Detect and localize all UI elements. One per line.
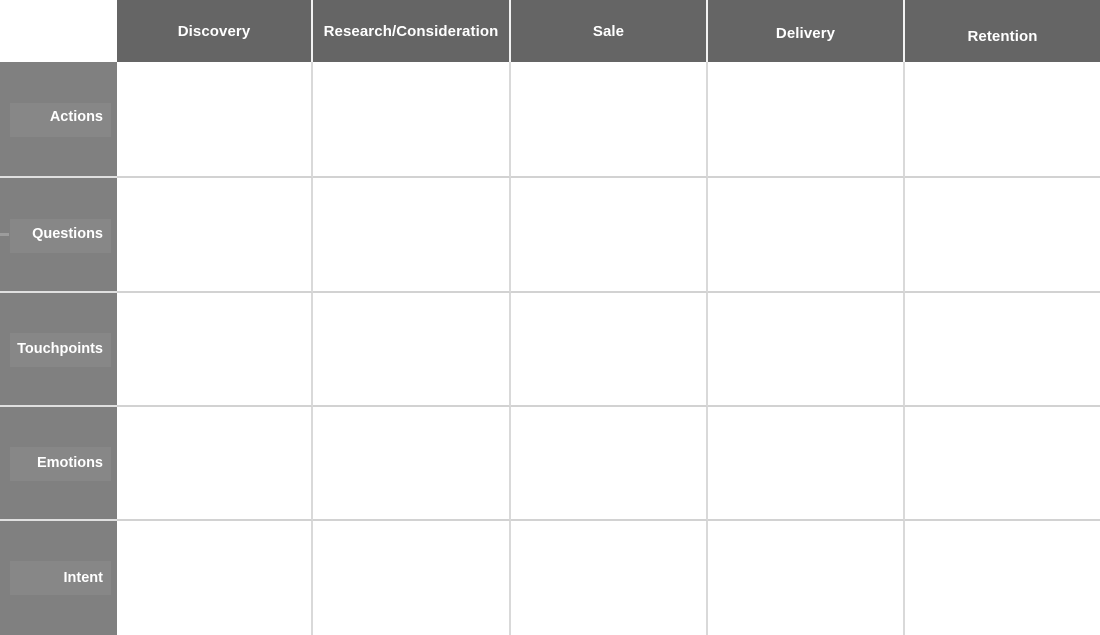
grid-cell-touchpoints-retention[interactable] (905, 293, 1100, 407)
corner-cell (0, 0, 117, 62)
stage-header-research-consideration[interactable]: Research/Consideration (313, 0, 511, 62)
stage-header-label: Research/Consideration (323, 23, 499, 40)
stage-header-discovery[interactable]: Discovery (117, 0, 313, 62)
grid-cell-touchpoints-sale[interactable] (511, 293, 708, 407)
customer-journey-map: Discovery Research/Consideration Sale Deliv… (0, 0, 1100, 635)
stage-header-row: Discovery Research/Consideration Sale Deliv… (117, 0, 1100, 62)
grid-cell-questions-research-consideration[interactable] (313, 178, 511, 293)
row-label-touchpoints[interactable]: Touchpoints (0, 293, 117, 407)
row-edge-tick (0, 232, 9, 236)
row-label-text: Touchpoints (17, 340, 103, 357)
grid-cell-emotions-delivery[interactable] (708, 407, 905, 521)
grid-cell-questions-retention[interactable] (905, 178, 1100, 293)
grid-cell-actions-sale[interactable] (511, 62, 708, 178)
stage-header-label: Delivery (775, 25, 836, 42)
grid-cell-questions-discovery[interactable] (117, 178, 313, 293)
row-label-actions[interactable]: Actions (0, 62, 117, 178)
grid-cell-emotions-research-consideration[interactable] (313, 407, 511, 521)
stage-header-label: Retention (967, 28, 1038, 45)
grid-cell-actions-retention[interactable] (905, 62, 1100, 178)
row-label-column: Actions Questions Touchpoints Emotions Inten… (0, 62, 117, 635)
row-label-text: Emotions (36, 454, 103, 471)
row-label-emotions[interactable]: Emotions (0, 407, 117, 521)
grid-cell-intent-discovery[interactable] (117, 521, 313, 635)
grid-cell-actions-delivery[interactable] (708, 62, 905, 178)
grid-cell-actions-research-consideration[interactable] (313, 62, 511, 178)
stage-header-label: Discovery (177, 23, 251, 40)
grid-cell-emotions-retention[interactable] (905, 407, 1100, 521)
stage-header-retention[interactable]: Retention (905, 0, 1100, 62)
row-label-questions[interactable]: Questions (0, 178, 117, 293)
stage-header-delivery[interactable]: Delivery (708, 0, 905, 62)
grid-cell-intent-retention[interactable] (905, 521, 1100, 635)
row-label-text: Intent (63, 569, 103, 586)
grid-cell-intent-delivery[interactable] (708, 521, 905, 635)
grid-cell-touchpoints-research-consideration[interactable] (313, 293, 511, 407)
grid-cell-touchpoints-delivery[interactable] (708, 293, 905, 407)
grid-cell-questions-delivery[interactable] (708, 178, 905, 293)
grid-cell-actions-discovery[interactable] (117, 62, 313, 178)
grid-cell-questions-sale[interactable] (511, 178, 708, 293)
grid-cell-touchpoints-discovery[interactable] (117, 293, 313, 407)
grid-body (117, 62, 1100, 635)
row-label-text: Actions (49, 108, 103, 125)
grid-cell-emotions-sale[interactable] (511, 407, 708, 521)
grid-cell-intent-research-consideration[interactable] (313, 521, 511, 635)
grid-cell-intent-sale[interactable] (511, 521, 708, 635)
row-label-intent[interactable]: Intent (0, 521, 117, 635)
stage-header-label: Sale (592, 23, 625, 40)
grid-cell-emotions-discovery[interactable] (117, 407, 313, 521)
row-label-text: Questions (32, 226, 103, 243)
stage-header-sale[interactable]: Sale (511, 0, 708, 62)
